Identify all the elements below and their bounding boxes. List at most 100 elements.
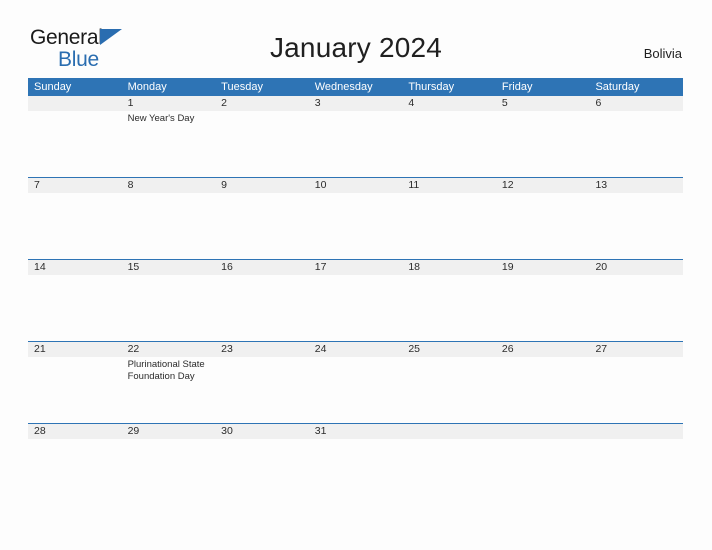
week-date-band: 7 8 9 10 11 12 13: [28, 178, 683, 193]
day-events-cell: [122, 439, 216, 441]
calendar-grid: Sunday Monday Tuesday Wednesday Thursday Frid…: [28, 78, 683, 439]
day-number-4[interactable]: 4: [402, 96, 496, 111]
day-number-14[interactable]: 14: [28, 260, 122, 275]
day-events-cell: [309, 357, 403, 423]
day-cell-empty: [496, 424, 590, 439]
calendar-page: General Blue January 2024 Bolivia Sunday…: [0, 0, 712, 550]
weekday-header-sunday: Sunday: [34, 81, 72, 93]
day-number-31[interactable]: 31: [309, 424, 403, 439]
weekday-header-thursday: Thursday: [408, 81, 455, 93]
page-title: January 2024: [269, 32, 443, 63]
day-events-cell: [589, 111, 683, 177]
region-label: Bolivia: [643, 46, 682, 61]
weekday-header-row: Sunday Monday Tuesday Wednesday Thursday Frid…: [28, 78, 683, 96]
page-header: General Blue January 2024 Bolivia: [0, 0, 712, 70]
day-number-28[interactable]: 28: [28, 424, 122, 439]
weekday-header-tuesday: Tuesday: [221, 81, 263, 93]
day-number-11[interactable]: 11: [402, 178, 496, 193]
day-number-30[interactable]: 30: [215, 424, 309, 439]
weekday-header-wednesday: Wednesday: [314, 81, 373, 93]
day-events-cell: [309, 111, 403, 177]
day-events-cell: [309, 439, 403, 441]
week-date-band: 123456: [28, 96, 683, 111]
day-cell-empty: [402, 424, 496, 439]
day-events-cell: [122, 193, 216, 259]
day-number-21[interactable]: 21: [28, 342, 122, 357]
day-events-cell: [309, 193, 403, 259]
day-events-cell: [122, 275, 216, 341]
day-number-27[interactable]: 27: [589, 342, 683, 357]
day-events-cell: [215, 357, 309, 423]
day-number-1[interactable]: 1: [122, 96, 216, 111]
day-events-cell: [28, 275, 122, 341]
calendar-week-row: 28 29 30 31: [28, 423, 683, 439]
day-events-cell: [28, 357, 122, 423]
day-number-8[interactable]: 8: [122, 178, 216, 193]
day-number-2[interactable]: 2: [215, 96, 309, 111]
day-number-20[interactable]: 20: [589, 260, 683, 275]
day-number-5[interactable]: 5: [496, 96, 590, 111]
day-number-18[interactable]: 18: [402, 260, 496, 275]
day-events-cell: [215, 439, 309, 441]
day-events-cell: [215, 111, 309, 177]
day-events-cell: [496, 439, 590, 441]
weekday-header-monday: Monday: [127, 81, 167, 93]
day-events-cell: [496, 193, 590, 259]
day-number-24[interactable]: 24: [309, 342, 403, 357]
day-events-cell: Plurinational State Foundation Day: [122, 357, 216, 423]
day-number-6[interactable]: 6: [589, 96, 683, 111]
day-cell-empty: [28, 96, 122, 111]
day-number-17[interactable]: 17: [309, 260, 403, 275]
week-event-band: Plurinational State Foundation Day: [28, 357, 683, 423]
week-date-band: 28 29 30 31: [28, 424, 683, 439]
day-number-7[interactable]: 7: [28, 178, 122, 193]
calendar-week-row: 21 22 23 24 25 26 27 Plurinational State Founda…: [28, 341, 683, 423]
day-events-cell: [496, 111, 590, 177]
calendar-week-row: 7 8 9 10 11 12 13: [28, 177, 683, 259]
day-events-cell: [402, 111, 496, 177]
day-events-cell: [309, 275, 403, 341]
week-date-band: 14 15 16 17 18 19 20: [28, 260, 683, 275]
calendar-week-container: 1 2 3 4 5 6 New Year's Day 7 8 9 10 11 12 13 14 15 16 17 1…: [28, 96, 683, 439]
day-events-cell: [589, 439, 683, 441]
day-events-cell: [589, 193, 683, 259]
day-number-26[interactable]: 26: [496, 342, 590, 357]
day-number-29[interactable]: 29: [122, 424, 216, 439]
day-cell-empty: [589, 424, 683, 439]
calendar-week-row: 1 2 3 4 5 6 New Year's Day: [28, 96, 683, 177]
day-number-12[interactable]: 12: [496, 178, 590, 193]
weekday-header-friday: Friday: [501, 81, 533, 93]
week-event-band: New Year's Day: [28, 111, 683, 177]
day-events-cell: [402, 193, 496, 259]
day-events-cell: [589, 275, 683, 341]
day-events-cell: [28, 111, 122, 177]
day-number-9[interactable]: 9: [215, 178, 309, 193]
week-event-band: [28, 275, 683, 341]
day-number-23[interactable]: 23: [215, 342, 309, 357]
day-events-cell: [496, 275, 590, 341]
day-number-15[interactable]: 15: [122, 260, 216, 275]
day-events-cell: [402, 439, 496, 441]
day-events-cell: [28, 193, 122, 259]
day-number-3[interactable]: 3: [309, 96, 403, 111]
day-number-22[interactable]: 22: [122, 342, 216, 357]
day-number-13[interactable]: 13: [589, 178, 683, 193]
weekday-header-saturday: Saturday: [595, 81, 640, 93]
holiday-label: Plurinational State Foundation Day: [127, 359, 205, 382]
day-number-19[interactable]: 19: [496, 260, 590, 275]
week-date-band: 21 22 23 24 25 26 27: [28, 342, 683, 357]
day-number-25[interactable]: 25: [402, 342, 496, 357]
day-events-cell: [589, 357, 683, 423]
day-events-cell: [215, 275, 309, 341]
calendar-week-row: 14 15 16 17 18 19 20: [28, 259, 683, 341]
day-events-cell: [28, 439, 122, 441]
day-events-cell: [215, 193, 309, 259]
day-events-cell: [496, 357, 590, 423]
day-number-16[interactable]: 16: [215, 260, 309, 275]
day-events-cell: New Year's Day: [122, 111, 216, 177]
day-events-cell: [402, 275, 496, 341]
week-event-band: [28, 193, 683, 259]
day-number-10[interactable]: 10: [309, 178, 403, 193]
holiday-label: New Year's Day: [127, 113, 195, 124]
day-events-cell: [402, 357, 496, 423]
